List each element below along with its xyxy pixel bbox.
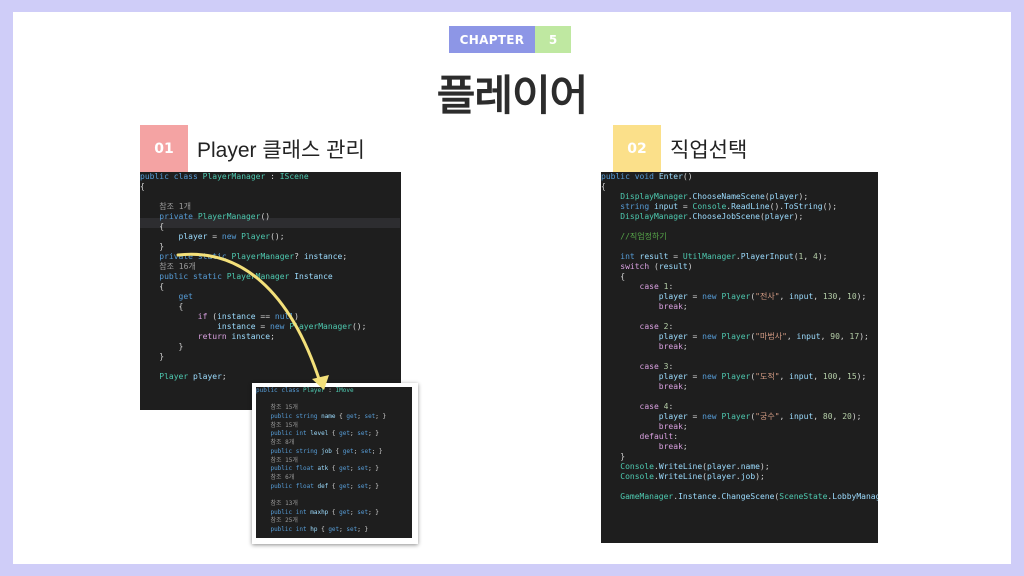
player-class-code-line: public float def { get; set; } [270, 482, 379, 490]
playermanager-code-line [140, 362, 401, 372]
player-class-code-line: public int maxhp { get; set; } [270, 508, 379, 516]
enter-code-line: break; [658, 382, 688, 391]
player-class-code-line: public float atk { get; set; } [270, 465, 379, 473]
enter-code-line [601, 482, 878, 492]
code-screenshot-playermanager: public class PlayerManager : IScene{ 참조 … [140, 172, 401, 410]
player-class-code-line: public int level { get; set; } [270, 430, 379, 438]
enter-code-line: case 2: [639, 322, 674, 331]
section-header-1: 01 Player 클래스 관리 [140, 125, 365, 173]
section-title-1: Player 클래스 관리 [197, 139, 365, 162]
player-class-code-line [256, 491, 412, 500]
enter-code-line: player = new Player("마법사", input, 90, 17… [658, 332, 869, 341]
enter-code-line: player = new Player("궁수", input, 80, 20)… [658, 412, 862, 421]
section-title-2: 직업선택 [670, 139, 748, 162]
enter-code-line [601, 242, 878, 252]
enter-code-line: GameManager.Instance.ChangeScene(SceneSt… [620, 492, 878, 501]
player-class-code-line: 참조 15개 [256, 404, 298, 412]
code-popup-player-class: public class Player : IMove 참조 15개 publi… [252, 383, 418, 544]
enter-code-line: case 3: [639, 362, 674, 371]
playermanager-code-line: 참조 16개 [140, 262, 196, 271]
playermanager-code-line: { [140, 182, 145, 191]
playermanager-code-line: private static PlayerManager? instance; [159, 252, 348, 261]
player-class-code-line: public int hp { get; set; } [270, 526, 369, 533]
enter-code-line: break; [658, 302, 688, 311]
playermanager-code-line [140, 192, 401, 202]
enter-code-line: { [601, 272, 626, 281]
playermanager-code-line: get [178, 292, 193, 301]
enter-code-line: int result = UtilManager.PlayerInput(1, … [620, 252, 828, 261]
playermanager-code-line: player = new Player(); [178, 232, 285, 241]
section-number-2: 02 [613, 125, 661, 173]
enter-code-line: Console.WriteLine(player.job); [620, 472, 765, 481]
enter-code-line: case 4: [639, 402, 674, 411]
playermanager-code-line: } [140, 352, 165, 361]
playermanager-code-line: private PlayerManager() [159, 212, 271, 221]
playermanager-code-line: } [140, 342, 184, 351]
enter-code-line: break; [658, 342, 688, 351]
playermanager-code-line: public static PlayerManager Instance [159, 272, 333, 281]
enter-code-line [601, 392, 878, 402]
chapter-label: CHAPTER [449, 26, 535, 53]
enter-code-line: { [601, 182, 606, 191]
playermanager-code-line: { [140, 302, 184, 311]
enter-code-line: default: [639, 432, 679, 441]
enter-code-line: case 1: [639, 282, 674, 291]
playermanager-code-line: if (instance == null) [197, 312, 299, 321]
code-screenshot-enter: public void Enter(){ DisplayManager.Choo… [601, 172, 878, 543]
chapter-number: 5 [535, 26, 571, 53]
playermanager-code-line: Player player; [159, 372, 227, 381]
enter-code-line: player = new Player("전사", input, 130, 10… [658, 292, 867, 301]
player-class-code-line: 참조 6개 [256, 473, 295, 481]
enter-code-line: break; [658, 442, 688, 451]
player-class-code-line: 참조 13개 [256, 499, 298, 507]
code-screenshot-player: public class Player : IMove 참조 15개 publi… [256, 387, 412, 538]
enter-code-line [601, 312, 878, 322]
chapter-badge: CHAPTER 5 [449, 26, 571, 53]
enter-code-line: player = new Player("도적", input, 100, 15… [658, 372, 867, 381]
enter-code-line: switch (result) [620, 262, 693, 271]
player-class-code-line: public class Player : IMove [256, 387, 354, 394]
enter-code-line: DisplayManager.ChooseNameScene(player); [620, 192, 809, 201]
enter-code-line [601, 352, 878, 362]
player-class-code-line: public string job { get; set; } [270, 447, 383, 455]
section-header-2: 02 직업선택 [613, 125, 747, 173]
enter-code-line: public void Enter() [601, 172, 693, 181]
enter-code-line: string input = Console.ReadLine().ToStri… [620, 202, 838, 211]
playermanager-code-line: { [140, 222, 165, 231]
player-class-code-line: 참조 25개 [256, 517, 298, 525]
player-class-code-line: 참조 8개 [256, 439, 295, 447]
playermanager-code-line: 참조 1개 [140, 202, 191, 211]
playermanager-code-line: public class PlayerManager : IScene [140, 172, 309, 181]
page-title: 플레이어 [436, 71, 589, 120]
enter-code-line: DisplayManager.ChooseJobScene(player); [620, 212, 804, 221]
enter-code-line: Console.WriteLine(player.name); [620, 462, 770, 471]
playermanager-code-line: } [140, 242, 165, 251]
enter-code-line: //직업정하기 [601, 232, 667, 241]
player-class-code-line: 참조 15개 [256, 456, 298, 464]
playermanager-code-line: instance = new PlayerManager(); [217, 322, 367, 331]
player-class-code-line: 참조 15개 [256, 421, 298, 429]
enter-code-line: } [601, 452, 626, 461]
section-number-1: 01 [140, 125, 188, 173]
enter-code-line [601, 222, 878, 232]
enter-code-line: break; [658, 422, 688, 431]
playermanager-code-line: { [140, 282, 165, 291]
playermanager-code-line: return instance; [197, 332, 275, 341]
player-class-code-line: public string name { get; set; } [270, 413, 387, 421]
